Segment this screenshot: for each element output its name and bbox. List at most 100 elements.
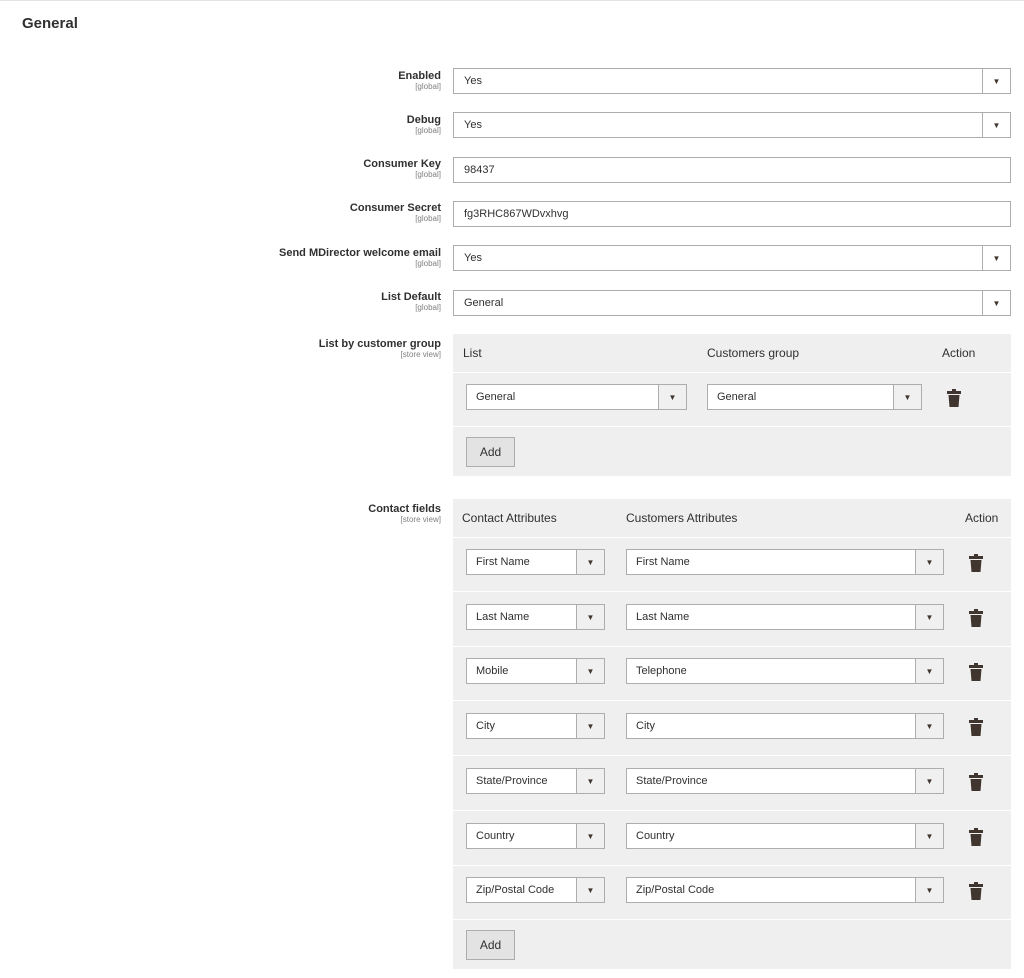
contact-attribute-dropdown-toggle[interactable]: ▼ bbox=[576, 878, 604, 902]
contact-attribute-select[interactable]: Mobile ▼ bbox=[466, 658, 605, 684]
customer-attribute-dropdown-toggle[interactable]: ▼ bbox=[915, 605, 943, 629]
list-dropdown-toggle[interactable]: ▼ bbox=[658, 385, 686, 409]
dropdown-arrow-icon: ▼ bbox=[925, 777, 934, 786]
customer-attribute-select[interactable]: City ▼ bbox=[626, 713, 944, 739]
enabled-label: Enabled bbox=[398, 70, 441, 82]
customer-attribute-value: Zip/Postal Code bbox=[636, 884, 715, 896]
dropdown-arrow-icon: ▼ bbox=[925, 886, 934, 895]
trash-icon[interactable] bbox=[969, 882, 983, 900]
grid-header-customers-group: Customers group bbox=[707, 346, 800, 360]
grid-divider bbox=[453, 426, 1011, 427]
customer-attribute-dropdown-toggle[interactable]: ▼ bbox=[915, 550, 943, 574]
contact-attribute-dropdown-toggle[interactable]: ▼ bbox=[576, 824, 604, 848]
contact-attribute-value: First Name bbox=[476, 556, 530, 568]
trash-icon[interactable] bbox=[969, 554, 983, 572]
contact-fields-label: Contact fields bbox=[368, 503, 441, 515]
customers-group-select-value: General bbox=[717, 391, 757, 403]
contact-attribute-dropdown-toggle[interactable]: ▼ bbox=[576, 659, 604, 683]
dropdown-arrow-icon: ▼ bbox=[668, 393, 677, 402]
consumer-key-input[interactable]: 98437 bbox=[453, 157, 1011, 183]
list-default-label-group: List Default [global] bbox=[381, 291, 441, 312]
dropdown-arrow-icon: ▼ bbox=[586, 613, 595, 622]
trash-icon[interactable] bbox=[969, 773, 983, 791]
trash-icon[interactable] bbox=[969, 718, 983, 736]
contact-fields-label-group: Contact fields [store view] bbox=[368, 503, 441, 524]
grid-divider bbox=[453, 919, 1011, 920]
list-default-label: List Default bbox=[381, 291, 441, 303]
customer-attribute-select[interactable]: Zip/Postal Code ▼ bbox=[626, 877, 944, 903]
customer-attribute-select[interactable]: Telephone ▼ bbox=[626, 658, 944, 684]
debug-label: Debug bbox=[406, 114, 441, 126]
grid-divider bbox=[453, 646, 1011, 647]
customer-attribute-dropdown-toggle[interactable]: ▼ bbox=[915, 659, 943, 683]
dropdown-arrow-icon: ▼ bbox=[992, 299, 1001, 308]
customer-attribute-select[interactable]: Country ▼ bbox=[626, 823, 944, 849]
add-contact-field-button[interactable]: Add bbox=[466, 930, 515, 960]
contact-attribute-select[interactable]: City ▼ bbox=[466, 713, 605, 739]
debug-select[interactable]: Yes ▼ bbox=[453, 112, 1011, 138]
customer-attribute-select[interactable]: First Name ▼ bbox=[626, 549, 944, 575]
list-select[interactable]: General ▼ bbox=[466, 384, 687, 410]
contact-attribute-dropdown-toggle[interactable]: ▼ bbox=[576, 605, 604, 629]
welcome-email-scope: [global] bbox=[415, 259, 441, 268]
contact-fields-scope: [store view] bbox=[400, 515, 441, 524]
consumer-key-label-group: Consumer Key [global] bbox=[363, 158, 441, 179]
grid-divider bbox=[453, 537, 1011, 538]
dropdown-arrow-icon: ▼ bbox=[586, 558, 595, 567]
welcome-email-dropdown-toggle[interactable]: ▼ bbox=[982, 246, 1010, 270]
grid-header-contact-attributes: Contact Attributes bbox=[462, 511, 557, 525]
consumer-secret-input[interactable]: fg3RHC867WDvxhvg bbox=[453, 201, 1011, 227]
enabled-dropdown-toggle[interactable]: ▼ bbox=[982, 69, 1010, 93]
trash-icon[interactable] bbox=[969, 828, 983, 846]
customer-attribute-dropdown-toggle[interactable]: ▼ bbox=[915, 878, 943, 902]
customer-attribute-select[interactable]: Last Name ▼ bbox=[626, 604, 944, 630]
contact-attribute-dropdown-toggle[interactable]: ▼ bbox=[576, 769, 604, 793]
top-divider bbox=[0, 0, 1024, 1]
consumer-key-label: Consumer Key bbox=[363, 158, 441, 170]
welcome-email-label: Send MDirector welcome email bbox=[279, 247, 441, 259]
contact-attribute-dropdown-toggle[interactable]: ▼ bbox=[576, 550, 604, 574]
consumer-secret-label: Consumer Secret bbox=[349, 202, 441, 214]
contact-attribute-select[interactable]: First Name ▼ bbox=[466, 549, 605, 575]
list-default-select[interactable]: General ▼ bbox=[453, 290, 1011, 316]
grid-header-action: Action bbox=[965, 511, 999, 525]
debug-dropdown-toggle[interactable]: ▼ bbox=[982, 113, 1010, 137]
list-by-group-grid: List Customers group Action General ▼ Ge… bbox=[453, 334, 1011, 476]
enabled-select[interactable]: Yes ▼ bbox=[453, 68, 1011, 94]
customers-group-dropdown-toggle[interactable]: ▼ bbox=[893, 385, 921, 409]
dropdown-arrow-icon: ▼ bbox=[925, 558, 934, 567]
customer-attribute-value: State/Province bbox=[636, 775, 708, 787]
dropdown-arrow-icon: ▼ bbox=[903, 393, 912, 402]
dropdown-arrow-icon: ▼ bbox=[992, 254, 1001, 263]
grid-divider bbox=[453, 810, 1011, 811]
contact-attribute-value: City bbox=[476, 720, 495, 732]
contact-attribute-select[interactable]: Last Name ▼ bbox=[466, 604, 605, 630]
consumer-secret-scope: [global] bbox=[415, 214, 441, 223]
contact-attribute-select[interactable]: State/Province ▼ bbox=[466, 768, 605, 794]
contact-attribute-select[interactable]: Zip/Postal Code ▼ bbox=[466, 877, 605, 903]
contact-attribute-value: Mobile bbox=[476, 665, 509, 677]
customer-attribute-value: First Name bbox=[636, 556, 690, 568]
trash-icon[interactable] bbox=[947, 389, 961, 407]
customer-attribute-dropdown-toggle[interactable]: ▼ bbox=[915, 714, 943, 738]
contact-attribute-value: Zip/Postal Code bbox=[476, 884, 555, 896]
dropdown-arrow-icon: ▼ bbox=[925, 667, 934, 676]
customer-attribute-value: Country bbox=[636, 830, 675, 842]
customer-attribute-select[interactable]: State/Province ▼ bbox=[626, 768, 944, 794]
contact-attribute-dropdown-toggle[interactable]: ▼ bbox=[576, 714, 604, 738]
enabled-label-group: Enabled [global] bbox=[398, 70, 441, 91]
contact-attribute-value: Country bbox=[476, 830, 515, 842]
trash-icon[interactable] bbox=[969, 663, 983, 681]
grid-header-list: List bbox=[463, 346, 482, 360]
add-list-row-button[interactable]: Add bbox=[466, 437, 515, 467]
customers-group-select[interactable]: General ▼ bbox=[707, 384, 922, 410]
customer-attribute-dropdown-toggle[interactable]: ▼ bbox=[915, 769, 943, 793]
customer-attribute-dropdown-toggle[interactable]: ▼ bbox=[915, 824, 943, 848]
list-default-dropdown-toggle[interactable]: ▼ bbox=[982, 291, 1010, 315]
list-default-scope: [global] bbox=[415, 303, 441, 312]
contact-attribute-select[interactable]: Country ▼ bbox=[466, 823, 605, 849]
welcome-email-select[interactable]: Yes ▼ bbox=[453, 245, 1011, 271]
trash-icon[interactable] bbox=[969, 609, 983, 627]
contact-attribute-value: State/Province bbox=[476, 775, 548, 787]
customer-attribute-value: City bbox=[636, 720, 655, 732]
